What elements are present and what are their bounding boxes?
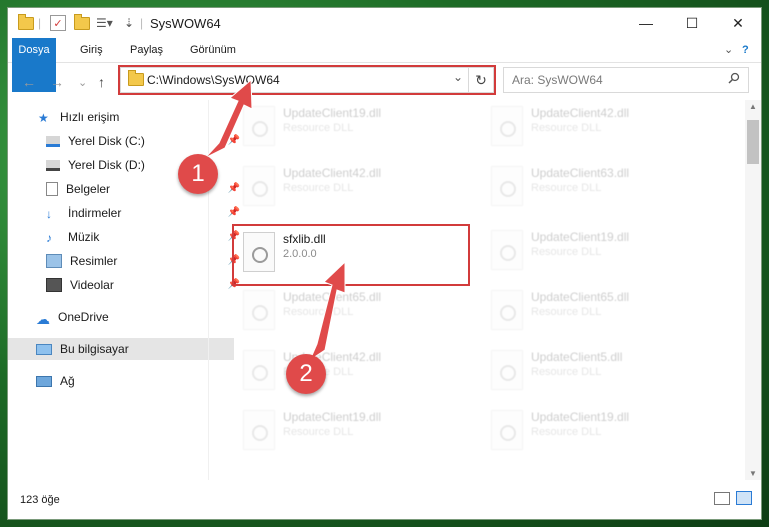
arrow-1 (204, 78, 253, 159)
arrow-2 (308, 260, 346, 362)
callout-badge-2: 2 (286, 354, 326, 394)
annotation-arrows (204, 78, 346, 362)
callout-badge-1: 1 (178, 154, 218, 194)
